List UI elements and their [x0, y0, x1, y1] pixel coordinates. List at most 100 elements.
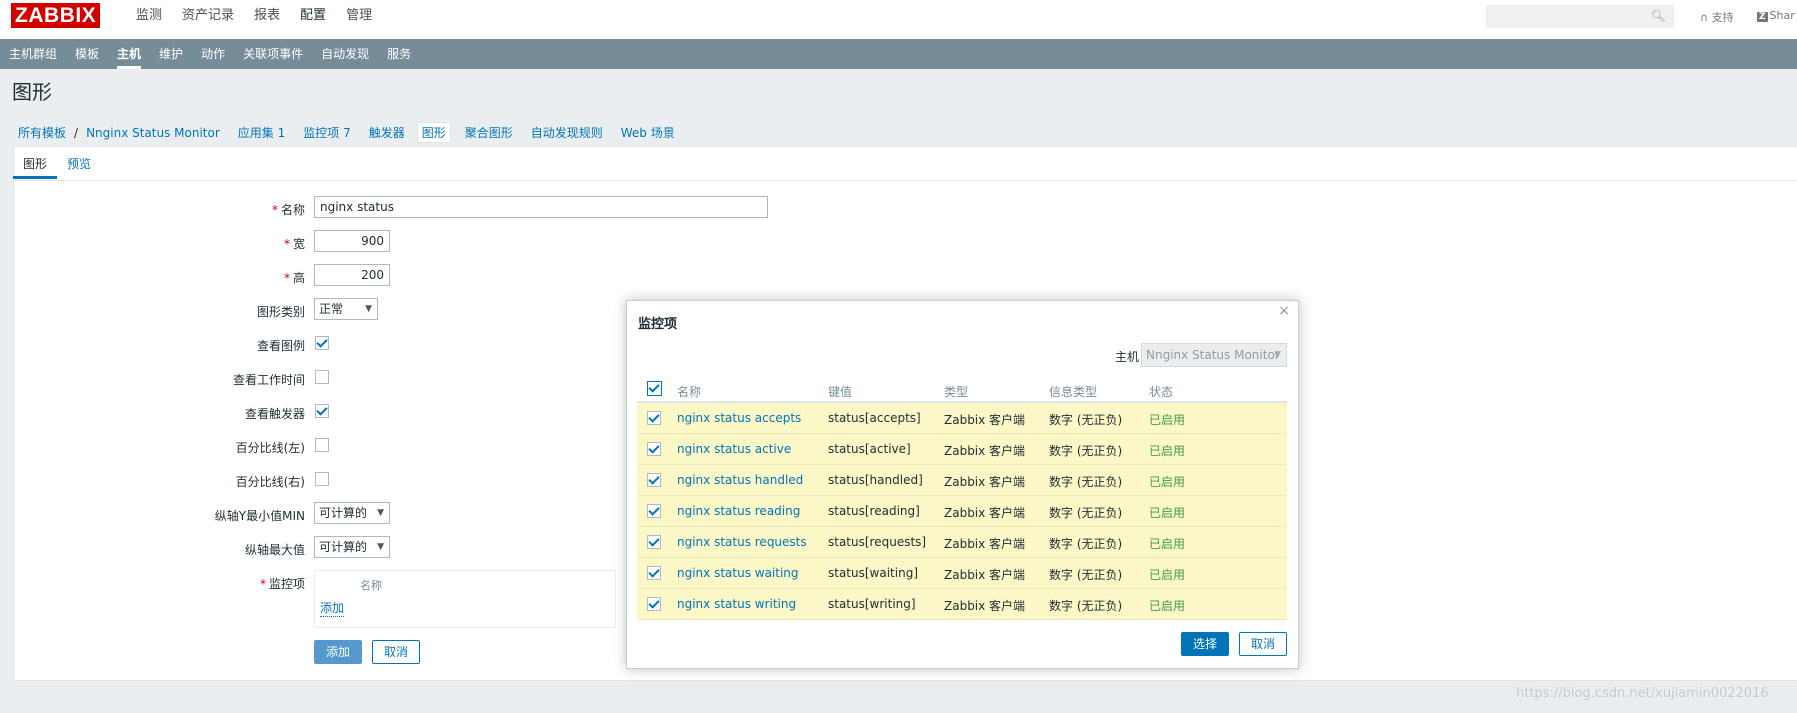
column-key[interactable]: 键值 [828, 383, 852, 400]
item-name-link[interactable]: nginx status writing [677, 597, 796, 611]
add-button[interactable]: 添加 [314, 640, 362, 664]
row-checkbox[interactable] [647, 566, 661, 580]
row-checkbox[interactable] [647, 411, 661, 425]
item-key: status[reading] [828, 504, 920, 518]
submenu-maintenance[interactable]: 维护 [150, 39, 192, 69]
item-status: 已启用 [1149, 413, 1186, 427]
item-info-type: 数字 (无正负) [1049, 444, 1123, 458]
table-header: 名称 键值 类型 信息类型 状态 [637, 371, 1287, 403]
width-field[interactable]: 900 [314, 230, 390, 252]
show-worktime-label: 查看工作时间 [232, 373, 305, 387]
item-type: Zabbix 客户端 [944, 537, 1026, 551]
cancel-button[interactable]: 取消 [372, 640, 420, 664]
item-name-link[interactable]: nginx status accepts [677, 411, 801, 425]
table-row: nginx status active status[active] Zabbi… [637, 434, 1287, 465]
search-icon[interactable]: 🔍︎ [1651, 9, 1666, 23]
percentile-right-checkbox[interactable] [315, 472, 329, 486]
breadcrumb-discovery-rules[interactable]: 自动发现规则 [531, 124, 603, 141]
item-name-link[interactable]: nginx status requests [677, 535, 807, 549]
submenu-discovery[interactable]: 自动发现 [312, 39, 378, 69]
submenu-hosts[interactable]: 主机 [108, 39, 150, 69]
breadcrumb-template[interactable]: Nnginx Status Monitor [86, 126, 220, 140]
tab-preview[interactable]: 预览 [67, 155, 91, 172]
item-type: Zabbix 客户端 [944, 506, 1026, 520]
column-info-type[interactable]: 信息类型 [1049, 383, 1097, 400]
show-worktime-checkbox[interactable] [315, 370, 329, 384]
column-name[interactable]: 名称 [677, 383, 701, 400]
submenu-correlation[interactable]: 关联项事件 [234, 39, 312, 69]
dropdown-arrow-icon: ▼ [1274, 350, 1281, 360]
share-link[interactable]: Z Shar [1757, 9, 1795, 22]
select-button[interactable]: 选择 [1181, 632, 1229, 656]
breadcrumb-screens[interactable]: 聚合图形 [465, 124, 513, 141]
sub-menu: 主机群组 模板 主机 维护 动作 关联项事件 自动发现 服务 [0, 39, 1797, 69]
row-checkbox[interactable] [647, 535, 661, 549]
graph-type-label: 图形类别 [256, 305, 305, 319]
host-select[interactable]: Nnginx Status Monitor ▼ [1141, 343, 1287, 367]
show-legend-checkbox[interactable] [315, 336, 329, 350]
breadcrumb-triggers[interactable]: 触发器 [369, 124, 405, 141]
percentile-right-label: 百分比线(右) [235, 475, 305, 489]
tab-graph[interactable]: 图形 [23, 155, 47, 172]
host-label: 主机 [1115, 350, 1140, 364]
item-key: status[accepts] [828, 411, 921, 425]
modal-cancel-button[interactable]: 取消 [1239, 632, 1287, 656]
row-checkbox[interactable] [647, 504, 661, 518]
breadcrumb-items[interactable]: 监控项 7 [303, 124, 350, 141]
support-link[interactable]: ∩ 支持 [1700, 9, 1734, 25]
item-status: 已启用 [1149, 475, 1186, 489]
column-type[interactable]: 类型 [944, 383, 968, 400]
breadcrumb-all-templates[interactable]: 所有模板 [18, 124, 66, 141]
row-checkbox[interactable] [647, 473, 661, 487]
dropdown-arrow-icon: ▼ [377, 508, 384, 518]
name-field[interactable]: nginx status [314, 196, 768, 218]
menu-configuration[interactable]: 配置 [290, 0, 336, 34]
graph-type-select[interactable]: 正常 ▼ [314, 298, 378, 320]
headset-icon: ∩ [1700, 11, 1709, 24]
table-row: nginx status handled status[handled] Zab… [637, 465, 1287, 496]
item-info-type: 数字 (无正负) [1049, 568, 1123, 582]
percentile-left-checkbox[interactable] [315, 438, 329, 452]
select-all-checkbox[interactable] [647, 381, 662, 396]
item-status: 已启用 [1149, 568, 1186, 582]
column-status[interactable]: 状态 [1149, 383, 1173, 400]
item-name-link[interactable]: nginx status waiting [677, 566, 799, 580]
submenu-templates[interactable]: 模板 [66, 39, 108, 69]
menu-inventory[interactable]: 资产记录 [172, 0, 244, 34]
items-label: * 监控项 [259, 577, 305, 591]
item-info-type: 数字 (无正负) [1049, 413, 1123, 427]
submenu-host-groups[interactable]: 主机群组 [0, 39, 66, 69]
ymin-label: 纵轴Y最小值MIN [214, 509, 305, 523]
search-input[interactable]: 🔍︎ [1486, 5, 1674, 28]
items-add-link[interactable]: 添加 [320, 599, 345, 617]
submenu-services[interactable]: 服务 [378, 39, 420, 69]
page-title: 图形 [12, 80, 52, 104]
close-icon[interactable]: × [1278, 303, 1290, 319]
support-label: 支持 [1711, 11, 1734, 24]
item-type: Zabbix 客户端 [944, 599, 1026, 613]
menu-monitoring[interactable]: 监测 [126, 0, 172, 34]
ymin-select[interactable]: 可计算的 ▼ [314, 502, 390, 524]
row-checkbox[interactable] [647, 442, 661, 456]
row-checkbox[interactable] [647, 597, 661, 611]
item-info-type: 数字 (无正负) [1049, 537, 1123, 551]
item-name-link[interactable]: nginx status active [677, 442, 791, 456]
breadcrumb-web-scenarios[interactable]: Web 场景 [621, 124, 675, 141]
breadcrumb: 所有模板 / Nnginx Status Monitor 应用集 1 监控项 7… [18, 122, 693, 143]
menu-reports[interactable]: 报表 [244, 0, 290, 34]
breadcrumb-separator: / [74, 125, 79, 140]
zabbix-logo[interactable]: ZABBIX [11, 3, 101, 28]
menu-administration[interactable]: 管理 [336, 0, 382, 34]
item-name-link[interactable]: nginx status handled [677, 473, 803, 487]
name-label: * 名称 [271, 203, 305, 217]
item-type: Zabbix 客户端 [944, 568, 1026, 582]
item-name-link[interactable]: nginx status reading [677, 504, 800, 518]
ymax-select[interactable]: 可计算的 ▼ [314, 536, 390, 558]
modal-title: 监控项 [638, 317, 678, 332]
submenu-actions[interactable]: 动作 [192, 39, 234, 69]
height-field[interactable]: 200 [314, 264, 390, 286]
show-triggers-checkbox[interactable] [315, 404, 329, 418]
item-key: status[handled] [828, 473, 923, 487]
breadcrumb-applications[interactable]: 应用集 1 [238, 124, 285, 141]
breadcrumb-graphs[interactable]: 图形 [416, 122, 451, 143]
